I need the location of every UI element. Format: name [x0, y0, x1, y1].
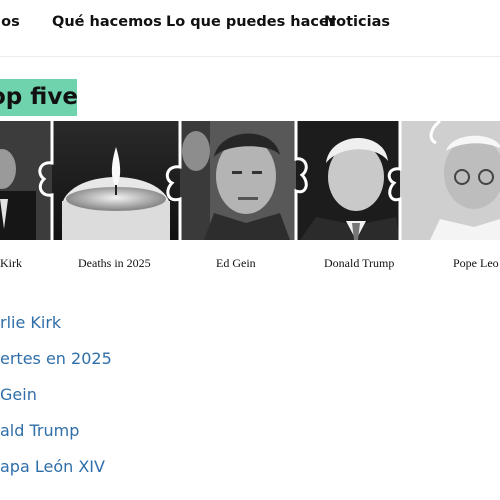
- link-ed-gein[interactable]: Gein: [0, 385, 37, 404]
- puzzle-piece-candle: [52, 121, 180, 240]
- link-papa-leon-xiv[interactable]: apa León XIV: [0, 457, 105, 476]
- top-five-puzzle-image: [0, 121, 500, 240]
- puzzle-strip-graphic: [0, 121, 500, 240]
- section-title: op five: [0, 79, 77, 116]
- caption-kirk: Kirk: [0, 256, 22, 270]
- caption-deaths-2025: Deaths in 2025: [78, 256, 151, 270]
- link-charlie-kirk[interactable]: rlie Kirk: [0, 313, 61, 332]
- puzzle-piece-pope-leo: [400, 121, 500, 240]
- top-navigation: mos Qué hacemos Lo que puedes hacer Noti…: [0, 0, 500, 57]
- puzzle-piece-trump: [296, 121, 400, 240]
- link-muertes-2025[interactable]: ertes en 2025: [0, 349, 112, 368]
- nav-item-nosotros[interactable]: mos: [0, 14, 20, 30]
- caption-ed-gein: Ed Gein: [216, 256, 256, 270]
- puzzle-piece-ed-gein: [180, 121, 296, 240]
- nav-item-lo-que-puedes-hacer[interactable]: Lo que puedes hacer: [166, 14, 336, 30]
- caption-pope-leo: Pope Leo: [453, 256, 499, 270]
- nav-item-que-hacemos[interactable]: Qué hacemos: [52, 14, 162, 30]
- caption-donald-trump: Donald Trump: [324, 256, 395, 270]
- link-donald-trump[interactable]: ald Trump: [0, 421, 79, 440]
- nav-item-noticias[interactable]: Noticias: [324, 14, 390, 30]
